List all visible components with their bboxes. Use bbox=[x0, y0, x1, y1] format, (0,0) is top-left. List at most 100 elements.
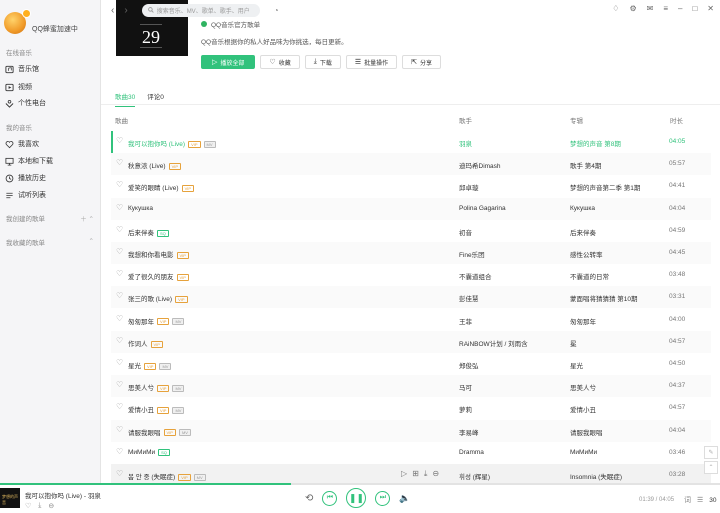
table-row[interactable]: ♡ 思美人兮 VIP MV 马可 思美人兮 04:37 bbox=[111, 375, 711, 398]
song-album[interactable]: 梦想的声音 第8期 bbox=[570, 138, 621, 148]
now-playing-cover[interactable]: 梦想的声音 bbox=[0, 488, 20, 508]
settings-icon[interactable]: ⚙ bbox=[629, 4, 636, 13]
song-artist[interactable]: Fine乐团 bbox=[459, 249, 485, 259]
feedback-button[interactable]: ✎ bbox=[704, 446, 718, 459]
heart-icon[interactable]: ♡ bbox=[116, 203, 123, 212]
song-artist[interactable]: 羽泉 bbox=[459, 138, 472, 148]
mv-badge[interactable]: MV bbox=[178, 429, 191, 437]
song-title[interactable]: 张三的歌 (Live) VIP bbox=[128, 293, 188, 303]
download-icon[interactable]: ⤓ bbox=[424, 469, 428, 479]
song-artist[interactable]: 初音 bbox=[459, 227, 472, 237]
song-album[interactable]: 请服我眼唱 bbox=[570, 427, 603, 437]
column-song[interactable]: 歌曲 bbox=[115, 115, 128, 125]
song-artist[interactable]: 不囊道组合 bbox=[459, 271, 492, 281]
column-album[interactable]: 专辑 bbox=[570, 115, 583, 125]
more-icon[interactable]: ⊖ bbox=[48, 502, 54, 510]
progress-bar[interactable] bbox=[0, 483, 720, 485]
heart-icon[interactable]: ♡ bbox=[116, 425, 123, 434]
sidebar-item-history[interactable]: 播放历史 bbox=[5, 171, 46, 185]
heart-icon[interactable]: ♡ bbox=[116, 248, 123, 256]
table-row[interactable]: ♡ 匆匆那年 VIP MV 王菲 匆匆那年 04:00 bbox=[111, 309, 711, 331]
mv-badge[interactable]: MV bbox=[172, 407, 185, 415]
heart-icon[interactable]: ♡ bbox=[116, 447, 123, 456]
table-row[interactable]: ♡ 星光 VIP MV 郑俊弘 星光 04:50 bbox=[111, 353, 711, 375]
table-row[interactable]: ♡ 秋意浓 (Live) VIP 迪玛希Dimash 歌手 第4期 05:57 bbox=[111, 153, 711, 176]
song-album[interactable]: 梦想的声音第二季 第1期 bbox=[570, 182, 640, 192]
play-all-button[interactable]: ▷ 播放全部 bbox=[201, 55, 256, 69]
table-row[interactable]: ♡ 张三的歌 (Live) VIP 彭佳慧 蒙面唱将猜猜猜 第10期 03:31 bbox=[111, 286, 711, 309]
song-artist[interactable]: 王菲 bbox=[459, 316, 472, 326]
song-title[interactable]: 请服我眼唱 VIP MV bbox=[128, 427, 191, 437]
table-row[interactable]: ♡ 爱情小丑 VIP MV 萝莉 爱情小丑 04:57 bbox=[111, 397, 711, 419]
song-album[interactable]: 感性公转率 bbox=[570, 249, 603, 259]
heart-icon[interactable]: ♡ bbox=[116, 181, 123, 189]
song-title[interactable]: 星光 VIP MV bbox=[128, 360, 172, 370]
mail-icon[interactable]: ✉ bbox=[647, 4, 654, 13]
maximize-icon[interactable]: □ bbox=[692, 4, 697, 13]
heart-icon[interactable]: ♡ bbox=[25, 502, 31, 510]
heart-icon[interactable]: ♡ bbox=[116, 336, 123, 345]
sidebar-item-video[interactable]: 视频 bbox=[5, 80, 32, 94]
song-artist[interactable]: 萝莉 bbox=[459, 404, 472, 414]
song-artist[interactable]: 邱卓璇 bbox=[459, 182, 479, 192]
sidebar-item-music-hall[interactable]: 音乐馆 bbox=[5, 62, 39, 76]
heart-icon[interactable]: ♡ bbox=[116, 470, 123, 478]
song-artist[interactable]: Dramma bbox=[459, 449, 484, 456]
mv-badge[interactable]: MV bbox=[159, 362, 172, 370]
heart-icon[interactable]: ♡ bbox=[116, 137, 123, 145]
song-title[interactable]: 봄 안 중 (失眠症) VIP MV bbox=[128, 471, 206, 481]
song-title[interactable]: 作词人 VIP bbox=[128, 338, 163, 348]
heart-icon[interactable]: ♡ bbox=[116, 225, 123, 234]
sidebar-item-local[interactable]: 本地和下载 bbox=[5, 154, 53, 168]
song-album[interactable]: Insomnia (失眠症) bbox=[570, 471, 622, 481]
heart-icon[interactable]: ♡ bbox=[116, 159, 123, 167]
song-album[interactable]: 蒙面唱将猜猜猜 第10期 bbox=[570, 293, 638, 303]
song-title[interactable]: 我想和你看电影 VIP bbox=[128, 249, 189, 259]
song-album[interactable]: 冕 bbox=[570, 338, 577, 348]
add-icon[interactable]: ＋ ⌃ bbox=[80, 213, 94, 223]
back-to-top-button[interactable]: ⌃ bbox=[704, 461, 718, 474]
heart-icon[interactable]: ♡ bbox=[116, 381, 123, 389]
song-title[interactable]: 匆匆那年 VIP MV bbox=[128, 316, 185, 326]
sidebar-item-favorites[interactable]: 我喜欢 bbox=[5, 137, 39, 151]
heart-icon[interactable]: ♡ bbox=[116, 359, 123, 367]
song-album[interactable]: 爱情小丑 bbox=[570, 404, 596, 414]
download-button[interactable]: ⤓ 下载 bbox=[304, 55, 341, 69]
song-album[interactable]: 匆匆那年 bbox=[570, 316, 596, 326]
collected-playlists-header[interactable]: 我收藏的歌单 ⌃ bbox=[6, 237, 94, 247]
song-album[interactable]: 后来伴奏 bbox=[570, 227, 596, 237]
forward-icon[interactable]: › bbox=[124, 5, 127, 16]
song-title[interactable]: МиМиМи SQ bbox=[128, 448, 170, 456]
song-album[interactable]: Кукушка bbox=[570, 205, 595, 212]
skin-icon[interactable]: ♢ bbox=[612, 4, 619, 13]
song-artist[interactable]: 휘성 (辉星) bbox=[459, 471, 490, 481]
sidebar-item-radio[interactable]: 个性电台 bbox=[5, 96, 46, 110]
batch-button[interactable]: ☰ 批量操作 bbox=[345, 55, 398, 69]
pause-button[interactable]: ❚❚ bbox=[346, 488, 367, 508]
table-row[interactable]: ♡ 后来伴奏 SQ 初音 后来伴奏 04:59 bbox=[111, 220, 711, 242]
listen-recognize-icon[interactable]: ◔ bbox=[274, 6, 279, 15]
mv-badge[interactable]: MV bbox=[172, 318, 185, 326]
table-row[interactable]: ♡ 请服我眼唱 VIP MV 李易峰 请服我眼唱 04:04 bbox=[111, 419, 711, 442]
song-title[interactable]: 后来伴奏 SQ bbox=[128, 227, 169, 237]
mv-badge[interactable]: MV bbox=[172, 384, 185, 392]
more-icon[interactable]: ⊖ bbox=[432, 469, 439, 479]
minimize-icon[interactable]: – bbox=[678, 4, 682, 13]
song-title[interactable]: 爱笑的眼睛 (Live) VIP bbox=[128, 182, 195, 192]
table-row[interactable]: ♡ 我可以抱你吗 (Live) VIP MV 羽泉 梦想的声音 第8期 04:05 bbox=[111, 131, 711, 153]
song-title[interactable]: 秋意浓 (Live) VIP bbox=[128, 160, 182, 170]
song-artist[interactable]: 迪玛希Dimash bbox=[459, 160, 501, 170]
user-profile[interactable]: QQ蜂蜜加速中 bbox=[4, 9, 78, 34]
avatar[interactable] bbox=[4, 9, 31, 34]
table-row[interactable]: ♡ 爱笑的眼睛 (Live) VIP 邱卓璇 梦想的声音第二季 第1期 04:41 bbox=[111, 175, 711, 197]
previous-button[interactable]: ⏮ bbox=[322, 490, 338, 506]
song-artist[interactable]: 李易峰 bbox=[459, 427, 479, 437]
heart-icon[interactable]: ♡ bbox=[116, 292, 123, 300]
mv-badge[interactable]: MV bbox=[203, 140, 216, 148]
song-title[interactable]: 爱了很久的朋友 VIP bbox=[128, 271, 189, 281]
menu-icon[interactable]: ≡ bbox=[663, 4, 668, 13]
song-artist[interactable]: RAiNBOW计划 / 刘雨含 bbox=[459, 338, 528, 348]
song-album[interactable]: 星光 bbox=[570, 360, 583, 370]
table-row[interactable]: ♡ МиМиМи SQ Dramma МиМиМи 03:46 bbox=[111, 442, 711, 464]
share-button[interactable]: ⇱ 分享 bbox=[402, 55, 442, 69]
